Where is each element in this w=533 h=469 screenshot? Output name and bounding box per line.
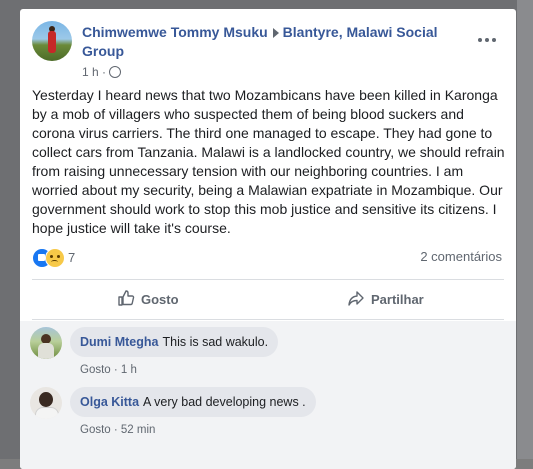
- commenter-avatar[interactable]: [30, 327, 62, 359]
- comment-count-link[interactable]: 2 comentários: [420, 249, 502, 264]
- reaction-count: 7: [68, 250, 76, 265]
- comment-meta: Gosto · 1 h: [80, 364, 137, 376]
- arrow-right-icon: [272, 28, 279, 39]
- post-text: Yesterday I heard news that two Mozambic…: [32, 87, 505, 236]
- divider: [32, 319, 504, 320]
- comment-meta: Gosto · 52 min: [80, 424, 155, 436]
- comment-like-link[interactable]: Gosto: [80, 424, 111, 436]
- comment-bubble: Olga Kitta A very bad developing news .: [70, 387, 316, 417]
- share-button-label: Partilhar: [371, 292, 424, 307]
- sad-icon: [45, 248, 65, 268]
- divider: [32, 279, 504, 280]
- comment-text: This is sad wakulo.: [162, 335, 269, 349]
- like-button-label: Gosto: [141, 292, 179, 307]
- commenter-avatar[interactable]: [30, 387, 62, 419]
- thumbs-up-icon: [117, 289, 135, 310]
- post-title: Chimwemwe Tommy Msuku Blantyre, Malawi So…: [82, 23, 442, 61]
- comment-like-link[interactable]: Gosto: [80, 364, 111, 376]
- comment-time[interactable]: · 1 h: [114, 364, 137, 376]
- more-options-button[interactable]: [478, 35, 498, 45]
- commenter-name[interactable]: Dumi Mtegha: [80, 335, 158, 349]
- background-scroll-area: [517, 0, 533, 459]
- post-timestamp[interactable]: 1 h ·: [82, 65, 106, 79]
- share-arrow-icon: [347, 289, 365, 310]
- comment-bubble: Dumi Mtegha This is sad wakulo.: [70, 327, 279, 357]
- post-header: Chimwemwe Tommy Msuku Blantyre, Malawi So…: [32, 21, 504, 81]
- author-link[interactable]: Chimwemwe Tommy Msuku: [82, 24, 268, 40]
- share-button[interactable]: Partilhar: [347, 289, 424, 313]
- commenter-name[interactable]: Olga Kitta: [80, 395, 139, 409]
- comments-section: Dumi Mtegha This is sad wakulo. Gosto · 1…: [20, 321, 516, 469]
- comment-time[interactable]: · 52 min: [114, 424, 156, 436]
- author-avatar[interactable]: [32, 21, 72, 61]
- like-button[interactable]: Gosto: [117, 289, 179, 313]
- post-meta: 1 h ·: [82, 65, 122, 79]
- globe-icon: [109, 66, 122, 78]
- post-modal: Chimwemwe Tommy Msuku Blantyre, Malawi So…: [20, 9, 516, 469]
- comment-text: A very bad developing news .: [143, 395, 306, 409]
